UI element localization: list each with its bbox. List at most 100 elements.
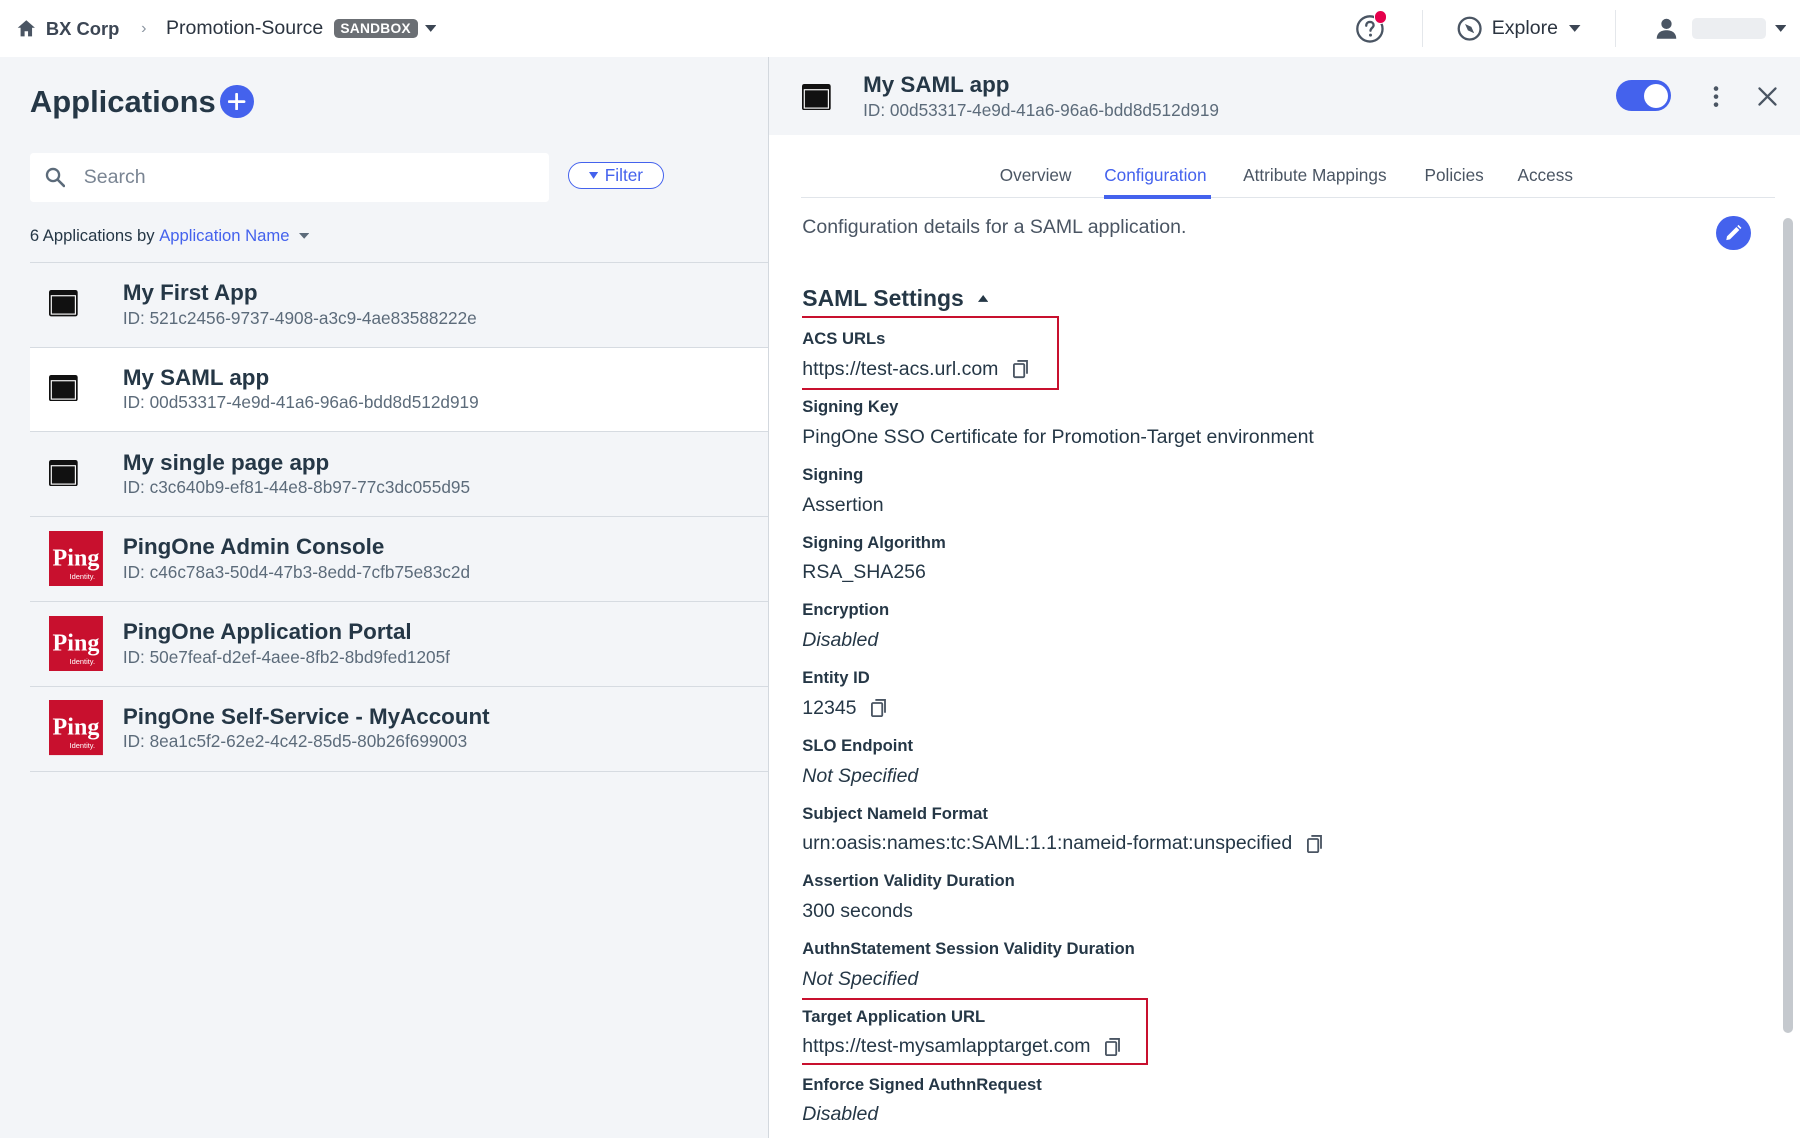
app-name: My SAML app: [122, 364, 270, 390]
list-item[interactable]: My First App ID: 521c2456-9737-4908-a3c9…: [29, 263, 768, 348]
list-item[interactable]: Ping Identity. PingOne Application Porta…: [29, 602, 768, 687]
field-label: SLO Endpoint: [802, 735, 914, 755]
field-signing-algorithm: Signing Algorithm RSA_SHA256: [802, 533, 945, 585]
explore-menu[interactable]: Explore: [1423, 16, 1615, 41]
help-button[interactable]: [1355, 10, 1388, 44]
caret-down-icon: [1774, 25, 1787, 33]
saml-settings-header[interactable]: SAML Settings: [802, 285, 988, 312]
list-item-selected[interactable]: My SAML app ID: 00d53317-4e9d-41a6-96a6-…: [29, 347, 768, 433]
field-label: Assertion Validity Duration: [802, 871, 1015, 891]
sort-by-dropdown[interactable]: Application Name: [159, 226, 289, 246]
toggle-knob: [1643, 83, 1668, 108]
copy-icon[interactable]: [1013, 360, 1029, 379]
field-encryption: Encryption Disabled: [802, 600, 889, 652]
field-value-text: https://test-mysamlapptarget.com: [802, 1035, 1091, 1058]
plus-icon: [228, 92, 246, 111]
search-icon: [45, 167, 66, 188]
tab-access[interactable]: Access: [1517, 165, 1572, 186]
field-authnstatement-session-validity: AuthnStatement Session Validity Duration…: [802, 939, 1135, 991]
field-enforce-signed-authnrequest: Enforce Signed AuthnRequest Disabled: [802, 1075, 1042, 1127]
app-name: PingOne Application Portal: [122, 619, 412, 645]
field-value: PingOne SSO Certificate for Promotion-Ta…: [802, 425, 1314, 448]
field-value-text: 12345: [802, 696, 857, 719]
search-input[interactable]: [81, 164, 523, 190]
ping-identity-logo: Ping Identity.: [49, 530, 104, 586]
user-name-redacted: [1692, 18, 1766, 40]
field-value: RSA_SHA256: [802, 561, 926, 584]
field-value-text: https://test-acs.url.com: [802, 358, 999, 381]
list-item[interactable]: Ping Identity. PingOne Self-Service - My…: [29, 687, 768, 772]
application-list: My First App ID: 521c2456-9737-4908-a3c9…: [29, 261, 768, 772]
search-box: [29, 152, 549, 203]
user-menu[interactable]: [1616, 17, 1800, 40]
close-icon[interactable]: [1756, 85, 1779, 108]
tab-policies[interactable]: Policies: [1425, 165, 1484, 186]
field-value: 300 seconds: [802, 900, 913, 922]
field-entity-id: Entity ID 12345: [802, 668, 887, 720]
caret-down-icon[interactable]: [298, 233, 309, 239]
field-label: Signing Algorithm: [802, 532, 946, 552]
top-navigation-bar: BX Corp › Promotion-Source SANDBOX Explo…: [0, 0, 1800, 58]
caret-up-icon: [977, 294, 988, 302]
field-value: 12345: [802, 697, 887, 720]
app-window-icon: [49, 459, 79, 487]
svg-text:Identity.: Identity.: [70, 657, 96, 666]
copy-icon[interactable]: [1307, 834, 1323, 853]
field-signing-key: Signing Key PingOne SSO Certificate for …: [802, 397, 1314, 449]
notification-dot: [1373, 10, 1388, 24]
copy-icon[interactable]: [871, 699, 887, 718]
field-value: urn:oasis:names:tc:SAML:1.1:nameid-forma…: [802, 832, 1323, 855]
tab-attribute-mappings[interactable]: Attribute Mappings: [1243, 165, 1386, 186]
copy-icon[interactable]: [1105, 1037, 1121, 1056]
app-name: My single page app: [122, 449, 330, 475]
applications-panel: Applications Filter 6 Applications by Ap…: [0, 57, 768, 1138]
field-value: Not Specified: [802, 764, 919, 787]
list-item[interactable]: My single page app ID: c3c640b9-ef81-44e…: [29, 432, 768, 518]
topbar-actions: Explore: [1355, 0, 1800, 57]
add-application-button[interactable]: [220, 84, 254, 119]
breadcrumb: BX Corp › Promotion-Source SANDBOX: [0, 17, 437, 40]
svg-text:Ping: Ping: [53, 545, 100, 571]
caret-down-icon[interactable]: [424, 25, 437, 33]
tab-configuration[interactable]: Configuration: [1104, 165, 1206, 186]
breadcrumb-organization[interactable]: BX Corp: [46, 18, 119, 40]
field-label: Entity ID: [802, 668, 870, 688]
app-id: ID: 8ea1c5f2-62e2-4c42-85d5-80b26f699003: [122, 731, 468, 752]
explore-label: Explore: [1491, 17, 1558, 40]
field-label: Signing: [802, 464, 864, 484]
field-label: Target Application URL: [802, 1006, 986, 1026]
enable-toggle[interactable]: [1616, 80, 1672, 112]
field-signing: Signing Assertion: [802, 465, 883, 517]
field-value-text: urn:oasis:names:tc:SAML:1.1:nameid-forma…: [802, 832, 1293, 855]
app-window-icon: [49, 290, 79, 317]
app-id: ID: c46c78a3-50d4-47b3-8edd-7cfb75e83c2d: [122, 561, 471, 582]
field-label: Subject NameId Format: [802, 803, 988, 823]
app-window-icon: [802, 83, 831, 111]
tab-overview[interactable]: Overview: [1000, 165, 1072, 186]
filter-button[interactable]: Filter: [568, 161, 664, 190]
app-name: PingOne Admin Console: [122, 534, 385, 560]
scrollbar[interactable]: [1782, 218, 1793, 1034]
chevron-right-icon: ›: [141, 19, 147, 38]
edit-button[interactable]: [1716, 215, 1751, 251]
detail-header: My SAML app ID: 00d53317-4e9d-41a6-96a6-…: [769, 57, 1800, 136]
section-title: SAML Settings: [802, 284, 964, 311]
field-label: Enforce Signed AuthnRequest: [802, 1074, 1042, 1094]
svg-text:Identity.: Identity.: [70, 572, 96, 581]
field-value: https://test-mysamlapptarget.com: [802, 1035, 1121, 1058]
more-options-icon[interactable]: [1708, 84, 1724, 109]
results-count: 6 Applications by: [29, 226, 155, 246]
detail-tabs: Overview Configuration Attribute Mapping…: [801, 152, 1775, 199]
app-id: ID: c3c640b9-ef81-44e8-8b97-77c3dc055d95: [122, 477, 471, 498]
ping-identity-logo: Ping Identity.: [49, 615, 104, 671]
field-value: Assertion: [802, 493, 884, 516]
home-icon[interactable]: [16, 18, 37, 39]
page-title: Applications: [29, 83, 216, 119]
ping-identity-logo: Ping Identity.: [49, 700, 104, 756]
configuration-content: Configuration details for a SAML applica…: [802, 197, 1766, 1137]
svg-text:Ping: Ping: [53, 715, 100, 741]
svg-text:Ping: Ping: [53, 630, 100, 656]
environment-name[interactable]: Promotion-Source: [166, 17, 323, 40]
list-item[interactable]: Ping Identity. PingOne Admin Console ID:…: [29, 517, 768, 602]
sandbox-badge: SANDBOX: [333, 18, 418, 39]
